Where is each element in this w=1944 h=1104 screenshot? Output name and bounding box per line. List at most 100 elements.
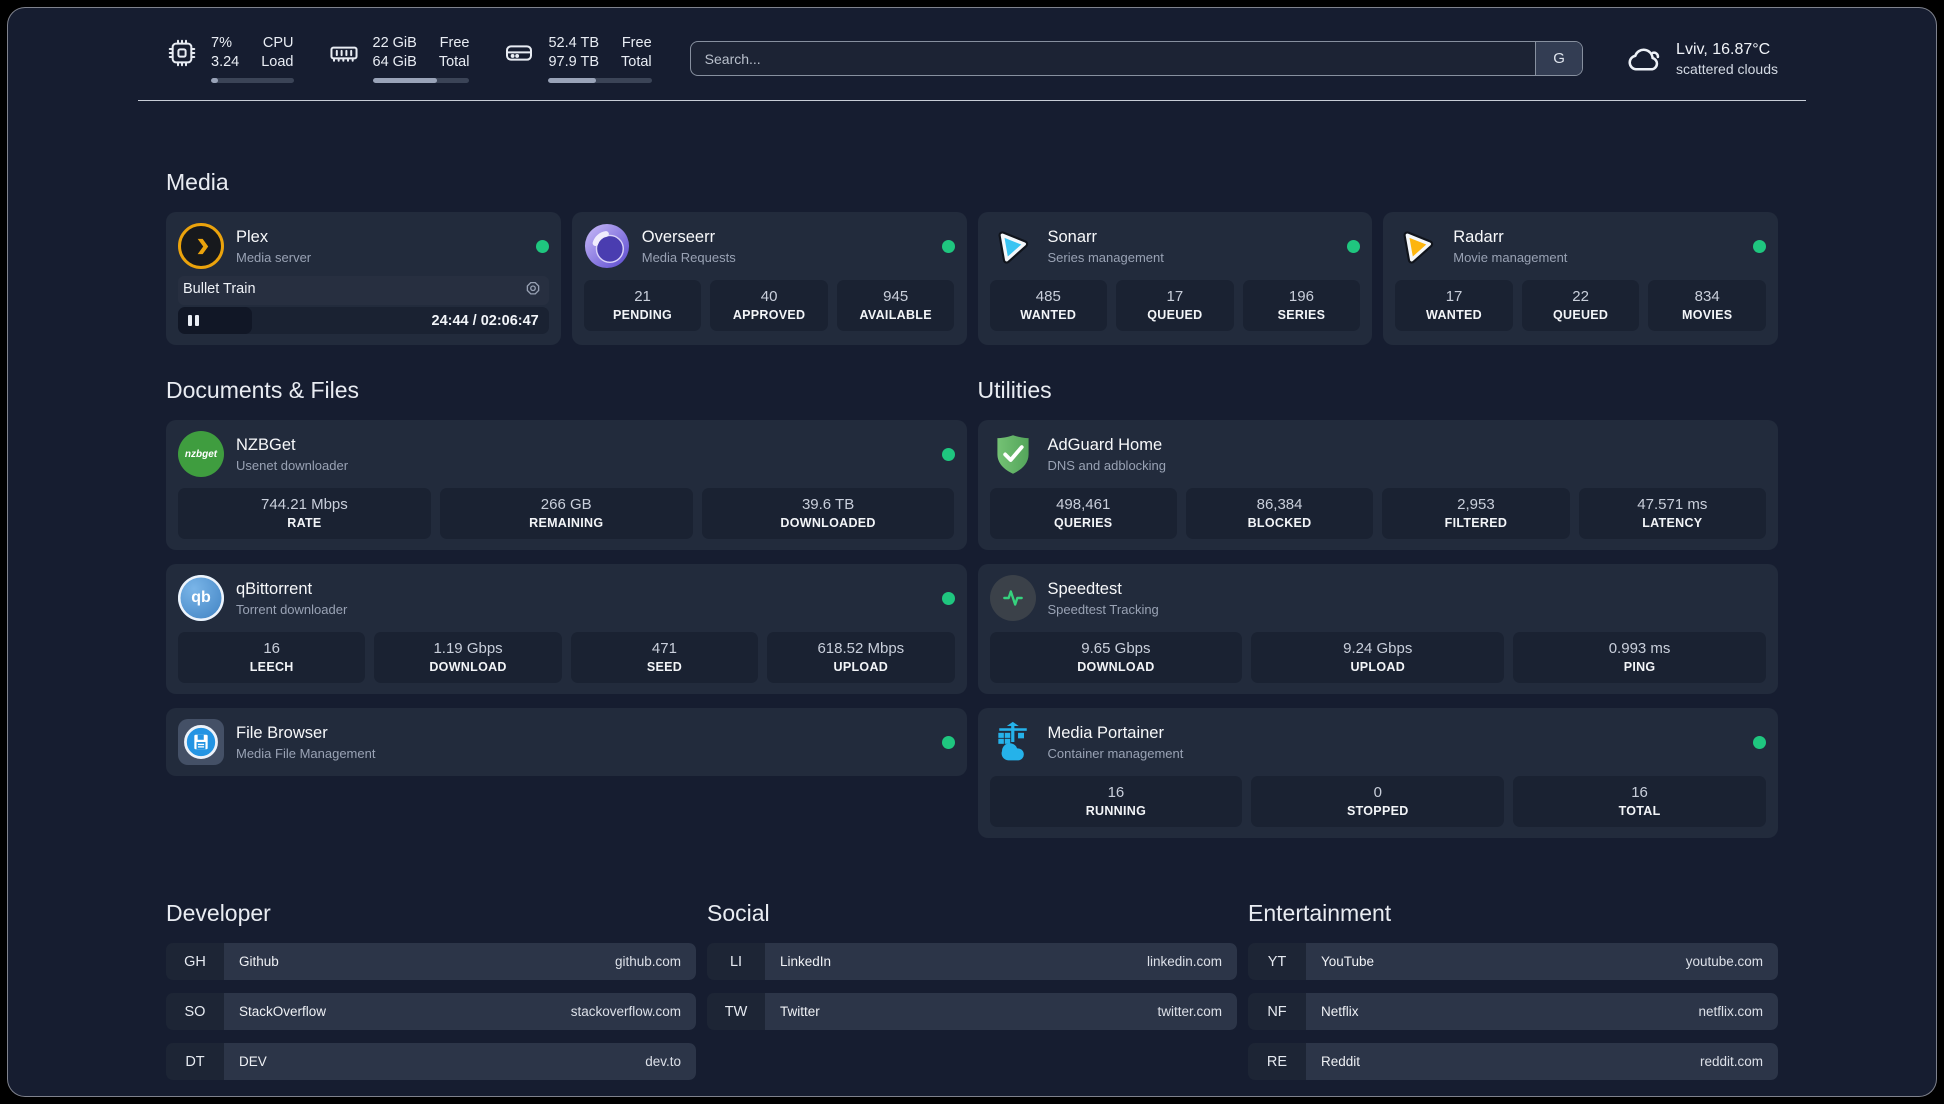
section-heading-entertainment: Entertainment [1248, 900, 1392, 927]
bookmark-abbr: SO [166, 993, 224, 1031]
bookmark-stackoverflow[interactable]: SO StackOverflow stackoverflow.com [166, 993, 696, 1031]
stat-download: 9.65 Gbps DOWNLOAD [989, 632, 1243, 684]
cpu-label: CPU [262, 35, 294, 51]
disk-progress-bar [548, 78, 652, 84]
disk-stat: 52.4 TB 97.9 TB Free Total [503, 34, 652, 84]
stat-series: 196 SERIES [1242, 280, 1361, 332]
bookmark-name: YouTube [1321, 954, 1375, 970]
speedtest-icon [989, 575, 1036, 622]
stat-rate: 744.21 Mbps RATE [178, 488, 431, 540]
disk-free-value: 52.4 TB [548, 35, 600, 51]
app-card-radarr[interactable]: Radarr Movie management 17 WANTED 22 QUE… [1383, 212, 1778, 346]
app-name: AdGuard Home [1047, 435, 1163, 454]
stat-queued: 22 QUEUED [1521, 280, 1640, 332]
header-divider [138, 100, 1806, 102]
overseerr-icon [584, 223, 630, 269]
disk-icon [506, 45, 533, 61]
playback-progress-bar[interactable]: 24:44 / 02:06:47 [178, 307, 549, 335]
bookmark-name: Netflix [1321, 1004, 1359, 1020]
search-input[interactable] [689, 41, 1584, 77]
status-dot [941, 447, 955, 461]
stat-wanted: 485 WANTED [989, 280, 1108, 332]
app-card-nzbget[interactable]: nzbget NZBGet Usenet downloader 744.21 M… [166, 420, 967, 551]
adguard-icon [990, 431, 1036, 477]
memory-stat: 22 GiB 64 GiB Free Total [328, 34, 470, 84]
cpu-progress-bar [211, 78, 294, 84]
app-name: File Browser [236, 723, 328, 742]
stat-running: 16 RUNNING [989, 776, 1243, 828]
top-bar: 7% 3.24 CPU Load 22 GiB 64 GiB Free Tota… [166, 34, 1778, 84]
stat-blocked: 86,384 BLOCKED [1185, 488, 1374, 540]
stat-latency: 47.571 ms LATENCY [1578, 488, 1766, 540]
stat-pending: 21 PENDING [583, 280, 702, 332]
memory-icon [329, 46, 358, 62]
app-card-qbittorrent[interactable]: qb qBittorrent Torrent downloader 16 LEE… [166, 564, 967, 695]
cloud-icon [1628, 48, 1660, 71]
app-name: Speedtest [1047, 579, 1122, 598]
app-card-adguard[interactable]: AdGuard Home DNS and adblocking 498,461 … [977, 420, 1778, 551]
status-dot [941, 239, 955, 253]
search-engine-button[interactable]: G [1535, 42, 1583, 76]
app-card-overseerr[interactable]: Overseerr Media Requests 21 PENDING 40 A… [571, 212, 967, 346]
bookmark-url: dev.to [645, 1054, 681, 1070]
app-name: Media Portainer [1047, 723, 1164, 742]
stat-approved: 40 APPROVED [710, 280, 828, 332]
app-description: Media server [236, 249, 312, 265]
cpu-icon [168, 39, 196, 67]
status-dot [941, 735, 955, 749]
nzbget-icon: nzbget [178, 431, 224, 478]
disk-total-label: Total [621, 54, 652, 71]
stat-queries: 498,461 QUERIES [989, 488, 1177, 540]
gear-icon[interactable] [524, 280, 542, 298]
app-description: Media File Management [236, 745, 376, 761]
weather-widget: Lviv, 16.87°C scattered clouds [1625, 40, 1778, 78]
bookmark-url: youtube.com [1685, 954, 1763, 970]
bookmark-twitter[interactable]: TW Twitter twitter.com [707, 993, 1237, 1031]
bookmark-name: StackOverflow [239, 1004, 327, 1020]
bookmark-linkedin[interactable]: LI LinkedIn linkedin.com [707, 943, 1237, 981]
stat-movies: 834 MOVIES [1648, 280, 1766, 332]
bookmark-abbr: YT [1248, 943, 1306, 981]
stat-seed: 471 SEED [570, 632, 759, 684]
cpu-load-label: Load [261, 54, 294, 71]
section-heading-documents: Documents & Files [166, 377, 360, 404]
plex-now-playing: Bullet Train 24:44 / 02:06:47 [178, 276, 549, 335]
app-description: Media Requests [641, 249, 736, 265]
app-card-plex[interactable]: Plex Media server Bullet Train 24:44 / 0… [166, 212, 561, 346]
bookmark-name: Twitter [780, 1004, 820, 1020]
bookmark-url: stackoverflow.com [570, 1004, 681, 1020]
app-card-speedtest[interactable]: Speedtest Speedtest Tracking 9.65 Gbps D… [977, 564, 1778, 695]
bookmark-name: Github [239, 954, 279, 970]
bookmark-dev[interactable]: DT DEV dev.to [166, 1043, 696, 1081]
stat-downloaded: 39.6 TB DOWNLOADED [701, 488, 955, 540]
section-heading-social: Social [707, 900, 770, 927]
app-card-sonarr[interactable]: Sonarr Series management 485 WANTED 17 Q… [977, 212, 1373, 346]
status-dot [1753, 735, 1766, 749]
cpu-stat: 7% 3.24 CPU Load [166, 34, 294, 84]
bookmark-youtube[interactable]: YT YouTube youtube.com [1248, 943, 1778, 981]
bookmark-reddit[interactable]: RE Reddit reddit.com [1248, 1043, 1778, 1081]
plex-icon [178, 223, 224, 270]
section-heading-utilities: Utilities [977, 377, 1052, 404]
bookmark-url: reddit.com [1699, 1054, 1763, 1070]
status-dot [1753, 239, 1766, 253]
memory-progress-bar [372, 78, 470, 84]
app-description: Speedtest Tracking [1047, 601, 1159, 617]
weather-location-temp: Lviv, 16.87°C [1676, 40, 1771, 58]
bookmark-url: twitter.com [1157, 1004, 1222, 1020]
media-grid: Plex Media server Bullet Train 24:44 / 0… [166, 212, 1778, 346]
app-name: Overseerr [641, 227, 716, 246]
app-card-portainer[interactable]: Media Portainer Container management 16 … [977, 708, 1778, 839]
memory-total-value: 64 GiB [372, 54, 417, 71]
cpu-usage-value: 7% [211, 35, 232, 51]
bookmark-netflix[interactable]: NF Netflix netflix.com [1248, 993, 1778, 1031]
bookmark-github[interactable]: GH Github github.com [166, 943, 696, 981]
status-dot [941, 591, 955, 605]
stat-queued: 17 QUEUED [1116, 280, 1234, 332]
stat-wanted: 17 WANTED [1395, 280, 1513, 332]
weather-condition: scattered clouds [1676, 60, 1778, 77]
now-playing-title: Bullet Train [183, 281, 256, 298]
app-card-filebrowser[interactable]: File Browser Media File Management [166, 708, 967, 777]
bookmark-abbr: NF [1248, 993, 1306, 1031]
radarr-icon [1395, 223, 1441, 269]
